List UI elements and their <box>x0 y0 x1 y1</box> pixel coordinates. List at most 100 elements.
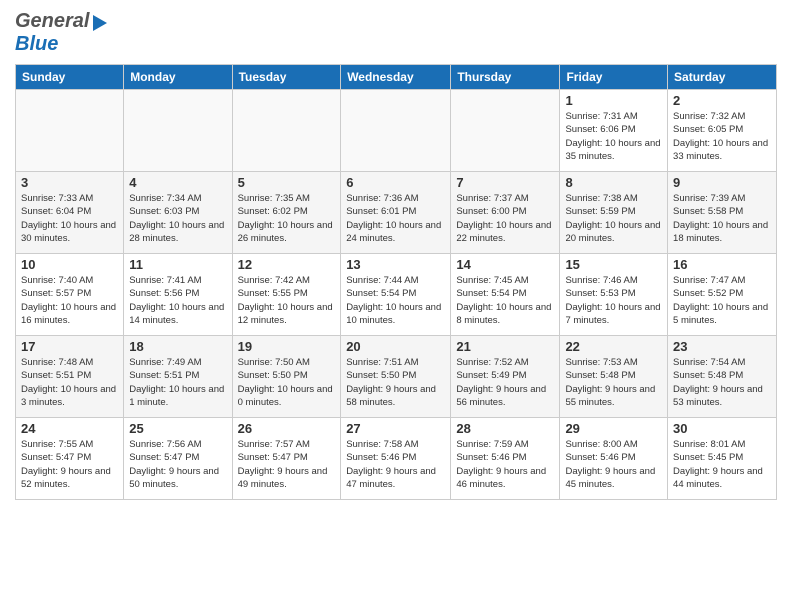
day-number: 14 <box>456 257 554 272</box>
day-cell <box>341 90 451 172</box>
day-cell <box>16 90 124 172</box>
day-info: Sunrise: 7:57 AM Sunset: 5:47 PM Dayligh… <box>238 438 336 491</box>
day-cell: 23 Sunrise: 7:54 AM Sunset: 5:48 PM Dayli… <box>668 336 777 418</box>
day-number: 18 <box>129 339 226 354</box>
logo-blue: Blue <box>15 33 58 56</box>
day-number: 25 <box>129 421 226 436</box>
day-info: Sunrise: 8:00 AM Sunset: 5:46 PM Dayligh… <box>565 438 662 491</box>
day-cell: 28 Sunrise: 7:59 AM Sunset: 5:46 PM Dayli… <box>451 418 560 500</box>
day-number: 21 <box>456 339 554 354</box>
header: General Blue <box>15 10 777 56</box>
day-info: Sunrise: 7:55 AM Sunset: 5:47 PM Dayligh… <box>21 438 118 491</box>
day-info: Sunrise: 7:31 AM Sunset: 6:06 PM Dayligh… <box>565 110 662 163</box>
day-info: Sunrise: 7:37 AM Sunset: 6:00 PM Dayligh… <box>456 192 554 245</box>
day-info: Sunrise: 7:45 AM Sunset: 5:54 PM Dayligh… <box>456 274 554 327</box>
day-number: 15 <box>565 257 662 272</box>
day-header-friday: Friday <box>560 65 668 90</box>
day-number: 16 <box>673 257 771 272</box>
day-header-sunday: Sunday <box>16 65 124 90</box>
day-info: Sunrise: 7:48 AM Sunset: 5:51 PM Dayligh… <box>21 356 118 409</box>
day-number: 28 <box>456 421 554 436</box>
day-cell: 3Sunrise: 7:33 AM Sunset: 6:04 PM Daylig… <box>16 172 124 254</box>
day-cell: 8 Sunrise: 7:38 AM Sunset: 5:59 PM Daylig… <box>560 172 668 254</box>
day-cell: 9Sunrise: 7:39 AM Sunset: 5:58 PM Daylig… <box>668 172 777 254</box>
day-cell: 26 Sunrise: 7:57 AM Sunset: 5:47 PM Dayli… <box>232 418 341 500</box>
day-info: Sunrise: 7:49 AM Sunset: 5:51 PM Dayligh… <box>129 356 226 409</box>
day-cell: 11Sunrise: 7:41 AM Sunset: 5:56 PM Dayli… <box>124 254 232 336</box>
day-cell: 5Sunrise: 7:35 AM Sunset: 6:02 PM Daylig… <box>232 172 341 254</box>
day-cell: 22 Sunrise: 7:53 AM Sunset: 5:48 PM Dayli… <box>560 336 668 418</box>
day-info: Sunrise: 7:51 AM Sunset: 5:50 PM Dayligh… <box>346 356 445 409</box>
day-cell: 24 Sunrise: 7:55 AM Sunset: 5:47 PM Dayli… <box>16 418 124 500</box>
day-number: 13 <box>346 257 445 272</box>
day-info: Sunrise: 7:46 AM Sunset: 5:53 PM Dayligh… <box>565 274 662 327</box>
day-number: 30 <box>673 421 771 436</box>
day-info: Sunrise: 7:44 AM Sunset: 5:54 PM Dayligh… <box>346 274 445 327</box>
day-cell: 30 Sunrise: 8:01 AM Sunset: 5:45 PM Dayli… <box>668 418 777 500</box>
week-row-4: 17 Sunrise: 7:48 AM Sunset: 5:51 PM Dayli… <box>16 336 777 418</box>
day-info: Sunrise: 7:56 AM Sunset: 5:47 PM Dayligh… <box>129 438 226 491</box>
day-cell: 16 Sunrise: 7:47 AM Sunset: 5:52 PM Dayli… <box>668 254 777 336</box>
day-info: Sunrise: 7:35 AM Sunset: 6:02 PM Dayligh… <box>238 192 336 245</box>
day-info: Sunrise: 7:34 AM Sunset: 6:03 PM Dayligh… <box>129 192 226 245</box>
day-cell: 2 Sunrise: 7:32 AM Sunset: 6:05 PM Daylig… <box>668 90 777 172</box>
day-header-monday: Monday <box>124 65 232 90</box>
day-info: Sunrise: 7:39 AM Sunset: 5:58 PM Dayligh… <box>673 192 771 245</box>
day-header-saturday: Saturday <box>668 65 777 90</box>
day-cell: 17 Sunrise: 7:48 AM Sunset: 5:51 PM Dayli… <box>16 336 124 418</box>
day-number: 8 <box>565 175 662 190</box>
day-info: Sunrise: 7:58 AM Sunset: 5:46 PM Dayligh… <box>346 438 445 491</box>
day-number: 26 <box>238 421 336 436</box>
day-number: 23 <box>673 339 771 354</box>
day-number: 2 <box>673 93 771 108</box>
logo: General Blue <box>15 10 107 56</box>
day-info: Sunrise: 7:36 AM Sunset: 6:01 PM Dayligh… <box>346 192 445 245</box>
day-cell: 27 Sunrise: 7:58 AM Sunset: 5:46 PM Dayli… <box>341 418 451 500</box>
day-number: 1 <box>565 93 662 108</box>
day-cell: 15 Sunrise: 7:46 AM Sunset: 5:53 PM Dayli… <box>560 254 668 336</box>
day-cell: 29 Sunrise: 8:00 AM Sunset: 5:46 PM Dayli… <box>560 418 668 500</box>
day-info: Sunrise: 7:40 AM Sunset: 5:57 PM Dayligh… <box>21 274 118 327</box>
week-row-2: 3Sunrise: 7:33 AM Sunset: 6:04 PM Daylig… <box>16 172 777 254</box>
day-cell: 4 Sunrise: 7:34 AM Sunset: 6:03 PM Daylig… <box>124 172 232 254</box>
day-number: 17 <box>21 339 118 354</box>
day-cell <box>124 90 232 172</box>
day-info: Sunrise: 7:59 AM Sunset: 5:46 PM Dayligh… <box>456 438 554 491</box>
day-cell <box>451 90 560 172</box>
day-number: 29 <box>565 421 662 436</box>
day-cell: 18 Sunrise: 7:49 AM Sunset: 5:51 PM Dayli… <box>124 336 232 418</box>
day-number: 12 <box>238 257 336 272</box>
day-cell: 20Sunrise: 7:51 AM Sunset: 5:50 PM Dayli… <box>341 336 451 418</box>
day-number: 24 <box>21 421 118 436</box>
day-cell: 10 Sunrise: 7:40 AM Sunset: 5:57 PM Dayli… <box>16 254 124 336</box>
day-number: 10 <box>21 257 118 272</box>
day-header-thursday: Thursday <box>451 65 560 90</box>
day-info: Sunrise: 7:33 AM Sunset: 6:04 PM Dayligh… <box>21 192 118 245</box>
day-number: 19 <box>238 339 336 354</box>
week-row-1: 1 Sunrise: 7:31 AM Sunset: 6:06 PM Daylig… <box>16 90 777 172</box>
day-number: 27 <box>346 421 445 436</box>
day-cell: 7 Sunrise: 7:37 AM Sunset: 6:00 PM Daylig… <box>451 172 560 254</box>
day-number: 6 <box>346 175 445 190</box>
day-header-tuesday: Tuesday <box>232 65 341 90</box>
day-number: 7 <box>456 175 554 190</box>
day-cell: 19Sunrise: 7:50 AM Sunset: 5:50 PM Dayli… <box>232 336 341 418</box>
day-info: Sunrise: 7:38 AM Sunset: 5:59 PM Dayligh… <box>565 192 662 245</box>
day-cell <box>232 90 341 172</box>
day-number: 4 <box>129 175 226 190</box>
page: General Blue SundayMondayTuesdayWednesda… <box>0 0 792 612</box>
day-cell: 12Sunrise: 7:42 AM Sunset: 5:55 PM Dayli… <box>232 254 341 336</box>
day-info: Sunrise: 8:01 AM Sunset: 5:45 PM Dayligh… <box>673 438 771 491</box>
day-info: Sunrise: 7:47 AM Sunset: 5:52 PM Dayligh… <box>673 274 771 327</box>
calendar-header-row: SundayMondayTuesdayWednesdayThursdayFrid… <box>16 65 777 90</box>
calendar-table: SundayMondayTuesdayWednesdayThursdayFrid… <box>15 64 777 500</box>
day-number: 22 <box>565 339 662 354</box>
week-row-5: 24 Sunrise: 7:55 AM Sunset: 5:47 PM Dayli… <box>16 418 777 500</box>
day-cell: 6 Sunrise: 7:36 AM Sunset: 6:01 PM Daylig… <box>341 172 451 254</box>
logo-arrow-icon <box>93 15 107 31</box>
day-info: Sunrise: 7:54 AM Sunset: 5:48 PM Dayligh… <box>673 356 771 409</box>
day-header-wednesday: Wednesday <box>341 65 451 90</box>
day-info: Sunrise: 7:32 AM Sunset: 6:05 PM Dayligh… <box>673 110 771 163</box>
day-info: Sunrise: 7:53 AM Sunset: 5:48 PM Dayligh… <box>565 356 662 409</box>
day-cell: 13 Sunrise: 7:44 AM Sunset: 5:54 PM Dayli… <box>341 254 451 336</box>
